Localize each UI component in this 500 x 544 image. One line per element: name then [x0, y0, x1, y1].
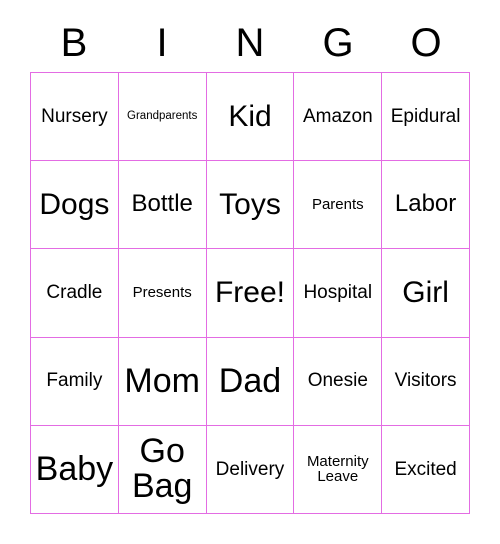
bingo-cell-label: Baby — [35, 449, 114, 488]
bingo-cell-label: Maternity Leave — [306, 452, 369, 486]
bingo-cell-label: Family — [46, 370, 103, 392]
bingo-cell-i4[interactable]: Mom — [118, 337, 207, 426]
bingo-cell-g1[interactable]: Amazon — [294, 73, 383, 162]
bingo-cell-b1[interactable]: Nursery — [31, 73, 119, 162]
bingo-cell-label: Girl — [402, 276, 449, 310]
header-letter-i: I — [156, 21, 168, 65]
bingo-cell-g2[interactable]: Parents — [294, 161, 383, 250]
bingo-cell-n4[interactable]: Dad — [206, 337, 295, 426]
bingo-cell-o3[interactable]: Girl — [382, 249, 470, 338]
bingo-cell-i5[interactable]: Go Bag — [118, 425, 207, 514]
bingo-cell-o2[interactable]: Labor — [382, 161, 470, 250]
bingo-cell-label: Excited — [394, 458, 457, 480]
bingo-cell-g4[interactable]: Onesie — [294, 337, 383, 426]
bingo-cell-label: Bottle — [131, 190, 193, 218]
bingo-cell-b4[interactable]: Family — [31, 337, 119, 426]
bingo-grid: Nursery Grandparents Kid Amazon Epidural… — [30, 72, 470, 514]
bingo-cell-label: Hospital — [303, 282, 373, 304]
bingo-cell-o4[interactable]: Visitors — [382, 337, 470, 426]
header-letter-b: B — [60, 21, 88, 65]
bingo-cell-label: Epidural — [390, 105, 461, 127]
bingo-cell-label: Visitors — [394, 370, 457, 392]
bingo-cell-label: Go Bag — [131, 432, 193, 506]
bingo-cell-label: Parents — [311, 195, 364, 213]
bingo-cell-g3[interactable]: Hospital — [294, 249, 383, 338]
bingo-cell-label: Labor — [394, 190, 457, 218]
bingo-cell-label: Nursery — [41, 105, 108, 127]
header-letter-n: N — [235, 21, 265, 65]
bingo-cell-i1[interactable]: Grandparents — [118, 73, 207, 162]
bingo-cell-o1[interactable]: Epidural — [382, 73, 470, 162]
bingo-cell-label: Toys — [219, 188, 281, 222]
bingo-cell-label: Grandparents — [127, 109, 198, 122]
bingo-cell-n2[interactable]: Toys — [206, 161, 295, 250]
bingo-cell-b2[interactable]: Dogs — [31, 161, 119, 250]
bingo-cell-label: Dad — [218, 361, 282, 400]
bingo-cell-n1[interactable]: Kid — [206, 73, 295, 162]
bingo-cell-label: Free! — [214, 276, 285, 310]
bingo-cell-label: Kid — [228, 100, 272, 133]
bingo-cell-label: Delivery — [215, 458, 285, 480]
bingo-cell-o5[interactable]: Excited — [382, 425, 470, 514]
bingo-cell-label: Cradle — [46, 282, 103, 304]
bingo-cell-g5[interactable]: Maternity Leave — [294, 425, 383, 514]
bingo-cell-label: Onesie — [307, 370, 368, 392]
bingo-cell-label: Dogs — [39, 188, 110, 222]
bingo-header: B I N G O — [30, 14, 470, 72]
bingo-cell-b5[interactable]: Baby — [31, 425, 119, 514]
bingo-cell-b3[interactable]: Cradle — [31, 249, 119, 338]
bingo-cell-label: Amazon — [302, 105, 373, 127]
header-letter-o: O — [410, 21, 442, 65]
bingo-cell-n5[interactable]: Delivery — [206, 425, 295, 514]
header-letter-g: G — [322, 21, 354, 65]
bingo-cell-i2[interactable]: Bottle — [118, 161, 207, 250]
bingo-card: B I N G O Nursery Grandparents Kid Amazo… — [0, 0, 500, 544]
bingo-cell-label: Presents — [132, 284, 192, 302]
bingo-cell-free[interactable]: Free! — [206, 249, 295, 338]
bingo-cell-label: Mom — [124, 361, 200, 400]
bingo-cell-i3[interactable]: Presents — [118, 249, 207, 338]
